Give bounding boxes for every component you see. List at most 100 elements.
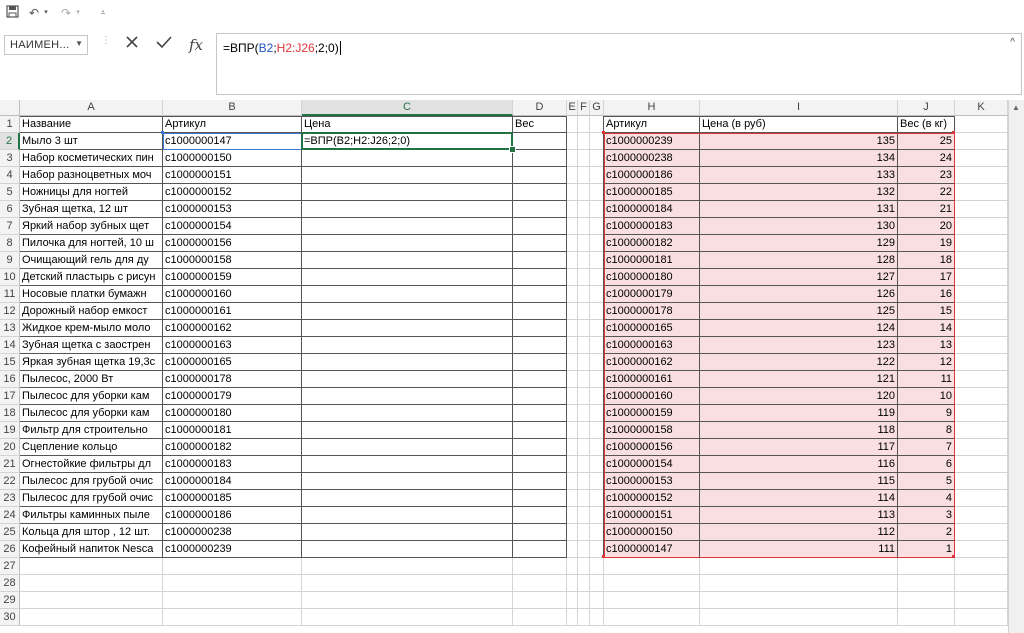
cell[interactable] — [302, 286, 513, 303]
cell-article[interactable]: c1000000181 — [163, 422, 302, 439]
cell[interactable] — [590, 133, 604, 150]
cell-ref-article[interactable]: c1000000147 — [604, 541, 700, 558]
cell[interactable] — [955, 371, 1008, 388]
cell[interactable] — [898, 609, 955, 626]
cell[interactable] — [955, 558, 1008, 575]
cell[interactable] — [567, 235, 578, 252]
cell[interactable] — [302, 473, 513, 490]
cell[interactable] — [578, 558, 590, 575]
cell[interactable] — [578, 490, 590, 507]
cell[interactable] — [567, 201, 578, 218]
cell[interactable] — [590, 490, 604, 507]
cell[interactable] — [590, 422, 604, 439]
cell-article[interactable]: c1000000156 — [163, 235, 302, 252]
enter-button[interactable] — [152, 35, 176, 55]
cell[interactable] — [567, 286, 578, 303]
cell-ref-article[interactable]: c1000000180 — [604, 269, 700, 286]
cell-ref-article[interactable]: c1000000178 — [604, 303, 700, 320]
cell-ref-price[interactable]: 130 — [700, 218, 898, 235]
cell-ref-weight[interactable]: 15 — [898, 303, 955, 320]
column-header-g[interactable]: G — [590, 100, 604, 116]
name-box[interactable]: НАИМЕН... ▼ — [4, 35, 88, 55]
cell-ref-weight[interactable]: 19 — [898, 235, 955, 252]
column-header-k[interactable]: K — [955, 100, 1008, 116]
cell[interactable] — [604, 575, 700, 592]
cell-product-name[interactable]: Огнестойкие фильтры дл — [20, 456, 163, 473]
column-header-e[interactable]: E — [567, 100, 578, 116]
cell[interactable] — [513, 150, 567, 167]
cell[interactable] — [513, 507, 567, 524]
cell[interactable] — [955, 337, 1008, 354]
cell-ref-article[interactable]: c1000000165 — [604, 320, 700, 337]
cell-ref-price[interactable]: 111 — [700, 541, 898, 558]
cell[interactable] — [567, 405, 578, 422]
cell[interactable] — [513, 269, 567, 286]
cell[interactable] — [567, 558, 578, 575]
cell-ref-price[interactable]: 115 — [700, 473, 898, 490]
row-header-16[interactable]: 16 — [0, 371, 20, 388]
header-price[interactable]: Цена — [302, 116, 513, 133]
cell-ref-weight[interactable]: 3 — [898, 507, 955, 524]
cell[interactable] — [578, 252, 590, 269]
cell-article[interactable]: c1000000183 — [163, 456, 302, 473]
cell[interactable] — [578, 609, 590, 626]
column-header-h[interactable]: H — [604, 100, 700, 116]
column-header-f[interactable]: F — [578, 100, 590, 116]
cell-ref-price[interactable]: 135 — [700, 133, 898, 150]
cell[interactable] — [590, 473, 604, 490]
cell-ref-article[interactable]: c1000000182 — [604, 235, 700, 252]
cell[interactable] — [955, 456, 1008, 473]
cell-product-name[interactable]: Зубная щетка, 12 шт — [20, 201, 163, 218]
cell[interactable] — [955, 592, 1008, 609]
cell[interactable] — [513, 439, 567, 456]
cell-product-name[interactable]: Набор косметических пин — [20, 150, 163, 167]
redo-dropdown-icon[interactable]: ▾ — [74, 5, 82, 21]
cell[interactable] — [590, 269, 604, 286]
cell-ref-weight[interactable]: 9 — [898, 405, 955, 422]
cell[interactable] — [20, 575, 163, 592]
undo-dropdown-icon[interactable]: ▾ — [42, 5, 50, 21]
insert-function-button[interactable]: fx — [184, 35, 208, 55]
cell-article[interactable]: c1000000161 — [163, 303, 302, 320]
cell[interactable] — [513, 609, 567, 626]
customize-toolbar-icon[interactable]: ⩡ — [98, 5, 108, 21]
cell[interactable] — [302, 541, 513, 558]
cell-product-name[interactable]: Мыло 3 шт — [20, 133, 163, 150]
header-price-rub[interactable]: Цена (в руб) — [700, 116, 898, 133]
cell[interactable] — [700, 592, 898, 609]
cell-product-name[interactable]: Сцепление кольцо — [20, 439, 163, 456]
cell[interactable] — [898, 592, 955, 609]
cell-ref-price[interactable]: 117 — [700, 439, 898, 456]
cell[interactable] — [578, 456, 590, 473]
cell-article[interactable]: c1000000151 — [163, 167, 302, 184]
cell-product-name[interactable]: Дорожный набор емкост — [20, 303, 163, 320]
header-article[interactable]: Артикул — [163, 116, 302, 133]
cell[interactable] — [578, 371, 590, 388]
cell[interactable] — [567, 592, 578, 609]
cell-article[interactable]: c1000000178 — [163, 371, 302, 388]
cell[interactable] — [578, 167, 590, 184]
cell-ref-weight[interactable]: 5 — [898, 473, 955, 490]
cell[interactable] — [513, 388, 567, 405]
cell[interactable] — [955, 235, 1008, 252]
cell[interactable] — [567, 320, 578, 337]
cell[interactable] — [578, 354, 590, 371]
cell[interactable] — [898, 558, 955, 575]
cell-ref-article[interactable]: c1000000162 — [604, 354, 700, 371]
cell[interactable] — [590, 592, 604, 609]
cell[interactable] — [955, 354, 1008, 371]
cell-ref-weight[interactable]: 25 — [898, 133, 955, 150]
row-header-8[interactable]: 8 — [0, 235, 20, 252]
cell[interactable] — [955, 575, 1008, 592]
cell[interactable] — [955, 473, 1008, 490]
cell-article[interactable]: c1000000182 — [163, 439, 302, 456]
cell[interactable] — [955, 184, 1008, 201]
header-article-ref[interactable]: Артикул — [604, 116, 700, 133]
cell-article[interactable]: c1000000160 — [163, 286, 302, 303]
cell-ref-price[interactable]: 128 — [700, 252, 898, 269]
cell[interactable] — [302, 150, 513, 167]
cell[interactable] — [567, 490, 578, 507]
cell-article[interactable]: c1000000180 — [163, 405, 302, 422]
cell[interactable] — [578, 150, 590, 167]
cell-ref-weight[interactable]: 18 — [898, 252, 955, 269]
